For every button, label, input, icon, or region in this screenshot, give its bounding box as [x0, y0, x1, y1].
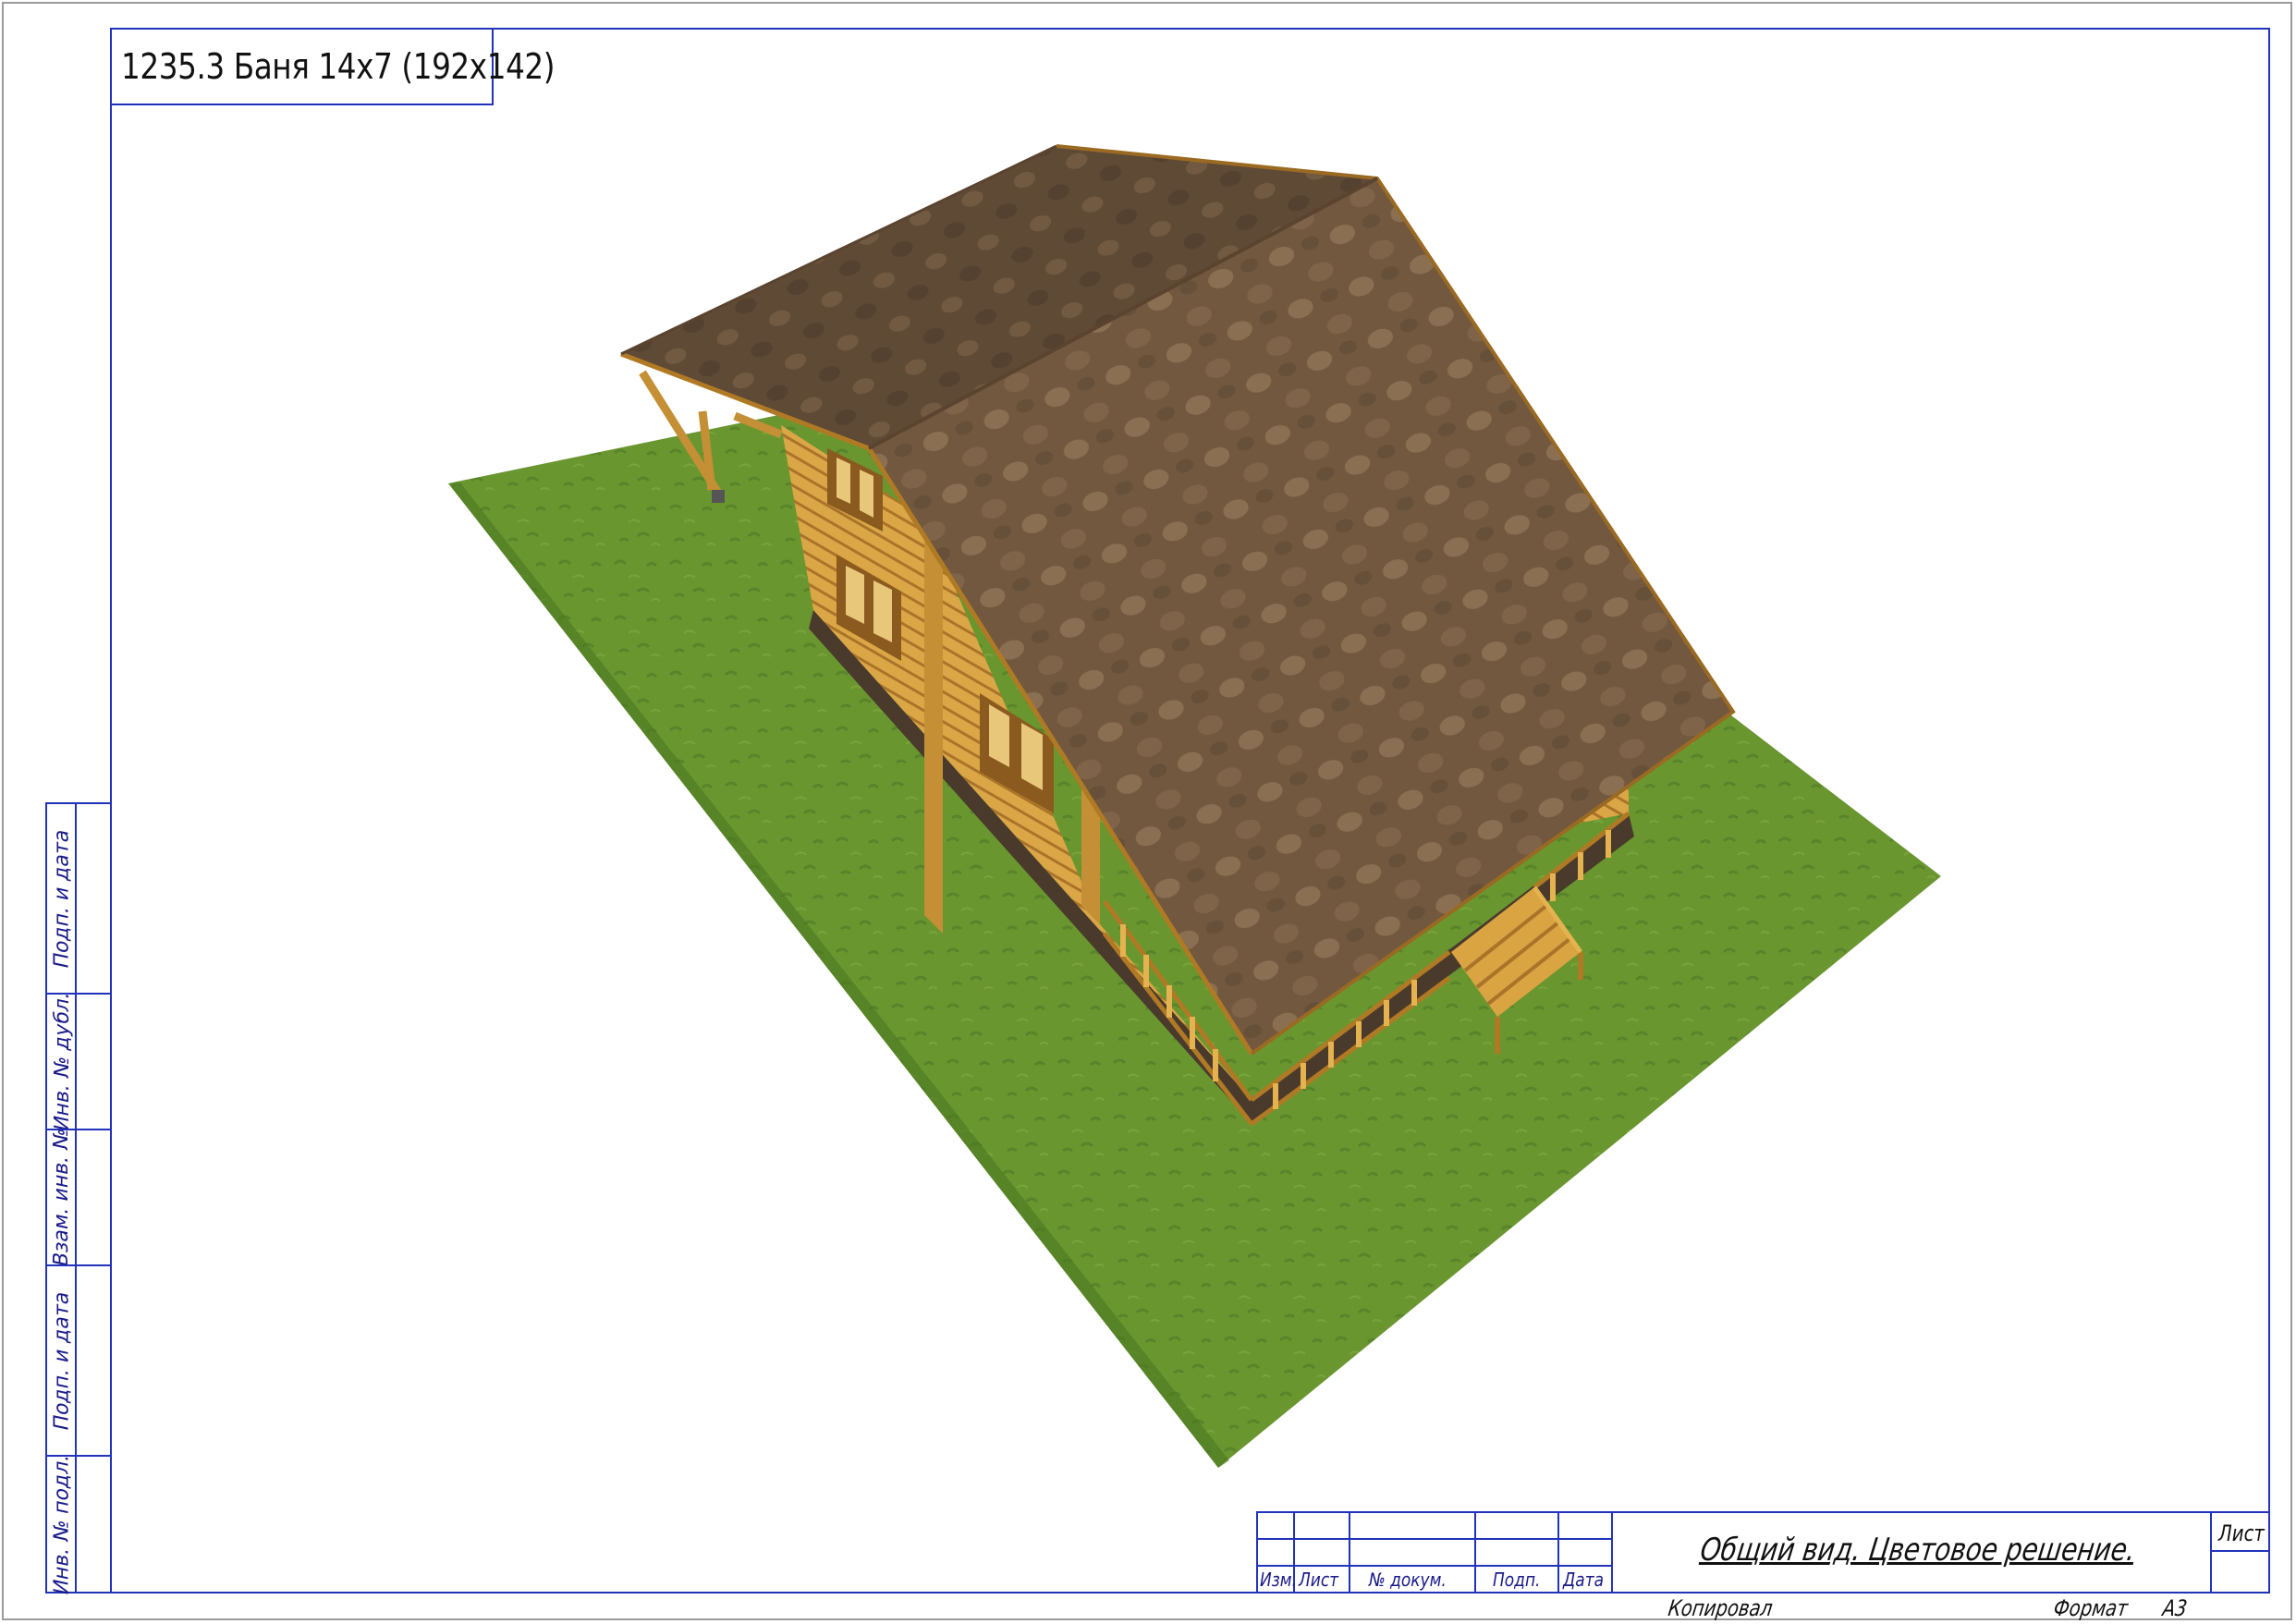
- strip-cell: Инв. № подл.: [45, 1451, 112, 1597]
- strip-cell: Подп. и дата: [45, 802, 112, 995]
- format-value: А3: [2160, 1595, 2190, 1621]
- stamp-header: № докум.: [1369, 1569, 1447, 1591]
- strip-cell: Инв. № дубл.: [45, 990, 112, 1133]
- stamp-header: Подп.: [1493, 1569, 1541, 1591]
- document-title: 1235.3 Баня 14х7 (192х142): [121, 46, 556, 87]
- stamp-header: Лист: [1299, 1569, 1339, 1591]
- strip-label: Инв. № дубл.: [50, 989, 74, 1134]
- sheet-label: Лист: [2218, 1520, 2265, 1546]
- drawing-frame: [110, 28, 2270, 1593]
- stamp-header: Изм.: [1260, 1569, 1297, 1591]
- copied-label: Копировал: [1666, 1595, 1775, 1621]
- sheet-title: Общий вид. Цветовое решение.: [1698, 1532, 2138, 1569]
- strip-cell: Взам. инв. №: [45, 1126, 112, 1269]
- strip-label: Инв. № подл.: [50, 1451, 74, 1597]
- strip-label: Подп. и дата: [50, 1288, 74, 1433]
- strip-label: Взам. инв. №: [50, 1126, 74, 1269]
- strip-label: Подп. и дата: [50, 826, 74, 971]
- format-label: Формат: [2051, 1595, 2130, 1621]
- strip-cell: Подп. и дата: [45, 1264, 112, 1457]
- title-box: 1235.3 Баня 14х7 (192х142): [110, 28, 556, 105]
- side-strip: Подп. и дата Инв. № дубл. Взам. инв. № П…: [45, 802, 112, 1597]
- stamp-header: Дата: [1563, 1569, 1605, 1591]
